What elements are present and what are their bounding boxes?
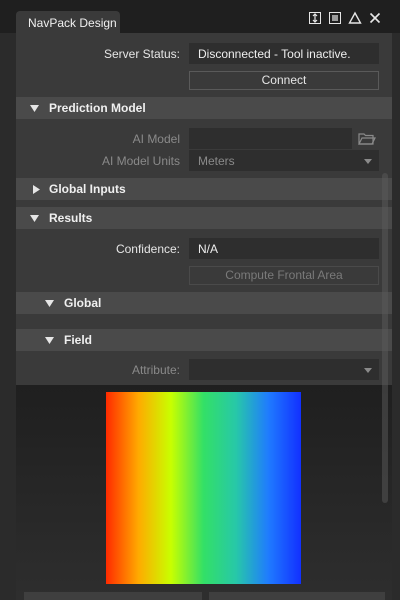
attribute-select[interactable] xyxy=(189,359,379,380)
chevron-down-icon xyxy=(364,368,372,373)
tab-navpack-design[interactable]: NavPack Design xyxy=(16,11,120,33)
attribute-row: Attribute: xyxy=(16,359,392,381)
connect-button-label: Connect xyxy=(261,73,307,87)
confidence-label: Confidence: xyxy=(115,242,180,256)
chevron-down-icon xyxy=(30,105,39,112)
connect-button[interactable]: Connect xyxy=(189,71,379,90)
ai-model-units-select[interactable]: Meters xyxy=(189,150,379,171)
section-title: Global Inputs xyxy=(49,182,126,196)
section-title: Field xyxy=(64,333,93,347)
server-status-field: Disconnected - Tool inactive. xyxy=(189,43,379,64)
confidence-field: N/A xyxy=(189,238,379,259)
bottom-control-right[interactable] xyxy=(209,592,385,600)
navpack-design-panel: Server Status: Disconnected - Tool inact… xyxy=(16,33,392,600)
ai-model-units-row: AI Model Units Meters xyxy=(16,150,392,172)
section-global[interactable]: Global xyxy=(16,292,392,314)
folder-open-icon[interactable] xyxy=(358,131,376,147)
compute-button-label: Compute Frontal Area xyxy=(225,268,343,282)
chevron-right-icon xyxy=(33,185,40,194)
section-field[interactable]: Field xyxy=(16,329,392,351)
bottom-control-left[interactable] xyxy=(24,592,202,600)
section-title: Prediction Model xyxy=(49,101,146,115)
chevron-down-icon xyxy=(45,337,54,344)
section-title: Global xyxy=(64,296,102,310)
field-viewport[interactable] xyxy=(16,385,392,600)
attribute-label: Attribute: xyxy=(131,363,180,377)
connect-row: Connect xyxy=(16,71,392,93)
ai-model-units-value: Meters xyxy=(198,154,235,168)
title-bar: NavPack Design xyxy=(0,0,400,33)
ai-model-units-label: AI Model Units xyxy=(101,154,180,168)
chevron-down-icon xyxy=(30,215,39,222)
colormap-gradient xyxy=(106,392,301,584)
section-prediction-model[interactable]: Prediction Model xyxy=(16,97,392,119)
close-icon[interactable] xyxy=(368,11,382,25)
chevron-down-icon xyxy=(45,300,54,307)
title-bar-icons xyxy=(308,11,382,25)
section-global-inputs[interactable]: Global Inputs xyxy=(16,178,392,200)
confidence-value: N/A xyxy=(198,242,219,256)
bottom-controls xyxy=(16,588,392,600)
menu-icon[interactable] xyxy=(328,11,342,25)
server-status-label: Server Status: xyxy=(103,47,180,61)
compute-row: Compute Frontal Area xyxy=(16,266,392,288)
section-title: Results xyxy=(49,211,93,225)
chevron-down-icon xyxy=(364,159,372,164)
float-icon[interactable] xyxy=(348,11,362,25)
compute-frontal-area-button[interactable]: Compute Frontal Area xyxy=(189,266,379,285)
confidence-row: Confidence: N/A xyxy=(16,238,392,260)
section-results[interactable]: Results xyxy=(16,207,392,229)
pin-icon[interactable] xyxy=(308,11,322,25)
server-status-row: Server Status: Disconnected - Tool inact… xyxy=(16,43,392,65)
panel-scrollbar[interactable] xyxy=(382,173,388,503)
tab-title: NavPack Design xyxy=(28,16,117,30)
server-status-value: Disconnected - Tool inactive. xyxy=(198,47,351,61)
ai-model-label: AI Model xyxy=(132,132,180,146)
ai-model-input[interactable] xyxy=(189,128,352,149)
ai-model-row: AI Model xyxy=(16,128,392,150)
